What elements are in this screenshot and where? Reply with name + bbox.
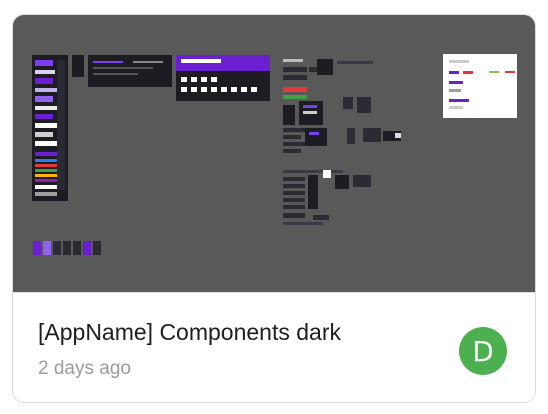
file-title[interactable]: [AppName] Components dark	[38, 319, 458, 346]
owner-avatar[interactable]: D	[459, 327, 507, 375]
file-card[interactable]: [AppName] Components dark 2 days ago D	[12, 14, 536, 403]
file-thumbnail[interactable]	[13, 15, 535, 292]
file-modified-time: 2 days ago	[38, 358, 131, 379]
file-card-footer: [AppName] Components dark 2 days ago D	[13, 292, 535, 402]
thumbnail-canvas-drawing	[32, 54, 517, 255]
